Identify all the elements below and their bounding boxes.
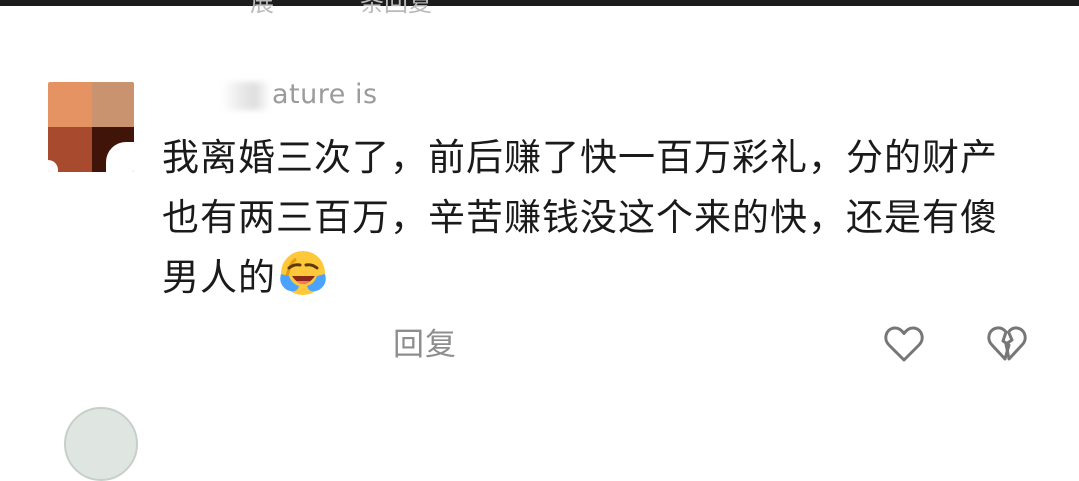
username-text: ature is xyxy=(272,79,378,110)
comment-line-1: 我离婚三次了，前后赚了快一百万彩礼，分的财产 xyxy=(162,136,998,179)
dislike-button[interactable] xyxy=(984,321,1030,367)
comment-text: 我离婚三次了，前后赚了快一百万彩礼，分的财产 也有两三百万，辛苦赚钱没这个来的快… xyxy=(162,128,1042,308)
laugh-cry-emoji-icon xyxy=(278,248,328,298)
replies-count-fragment[interactable]: 条回复 xyxy=(360,0,460,14)
like-button[interactable] xyxy=(881,321,927,367)
next-comment-avatar[interactable] xyxy=(64,407,138,481)
avatar[interactable] xyxy=(48,82,134,172)
comment-line-3: 男人的 xyxy=(162,256,276,299)
reply-button[interactable]: 回复 xyxy=(393,325,457,365)
username[interactable]: ature is xyxy=(222,78,378,112)
heart-outline-icon xyxy=(884,326,924,362)
comment-line-2: 也有两三百万，辛苦赚钱没这个来的快，还是有傻 xyxy=(162,196,998,239)
broken-heart-icon xyxy=(987,326,1027,361)
top-status-bar xyxy=(0,0,1079,6)
expand-fragment[interactable]: 展 xyxy=(250,0,280,14)
username-blur xyxy=(222,81,270,110)
